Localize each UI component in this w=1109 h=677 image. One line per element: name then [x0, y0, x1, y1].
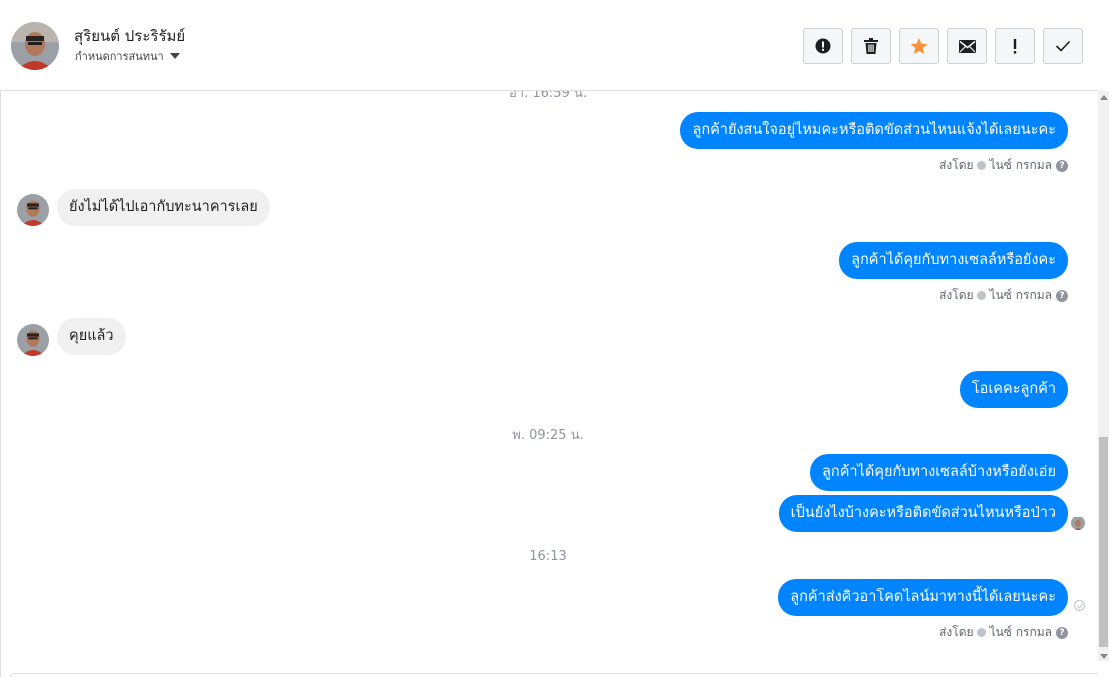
- contact-avatar-small[interactable]: [17, 324, 49, 356]
- message-outgoing[interactable]: เป็นยังไงบ้างคะหรือติดขัดส่วนไหนหรือป่าว: [778, 495, 1068, 532]
- sent-by-label: ส่งโดย: [939, 625, 974, 639]
- timestamp-divider: 16:13: [529, 549, 567, 564]
- conversation-pane: สุริยนต์ ประริรัมย์ กำหนดการสนทนา อา. 16…: [0, 0, 1109, 677]
- sent-by-label: ส่งโดย: [939, 158, 974, 172]
- follow-up-button[interactable]: [995, 28, 1035, 64]
- conversation-toolbar: [803, 28, 1091, 64]
- timestamp-divider: อา. 16:59 น.: [509, 91, 587, 101]
- exclamation-icon: [1013, 38, 1017, 54]
- star-button[interactable]: [899, 28, 939, 64]
- caret-down-icon: [169, 53, 180, 59]
- message-composer[interactable]: [10, 673, 1098, 677]
- verified-badge-icon: [976, 291, 986, 300]
- timestamp-divider: พ. 09:25 น.: [512, 428, 584, 443]
- assign-label: กำหนดการสนทนา: [75, 50, 164, 63]
- mark-unread-button[interactable]: [947, 28, 987, 64]
- alert-circle-icon: [815, 38, 831, 54]
- sender-name: ไนซ์ กรกมล: [989, 625, 1052, 639]
- delete-button[interactable]: [851, 28, 891, 64]
- sent-by-info: ส่งโดย ไนซ์ กรกมล ?: [939, 286, 1068, 305]
- assign-conversation-dropdown[interactable]: กำหนดการสนทนา: [75, 47, 180, 65]
- sender-name: ไนซ์ กรกมล: [989, 288, 1052, 302]
- help-icon[interactable]: ?: [1056, 626, 1068, 639]
- sent-by-info: ส่งโดย ไนซ์ กรกมล ?: [939, 156, 1068, 175]
- scroll-thumb[interactable]: [1099, 437, 1108, 647]
- message-outgoing[interactable]: ลูกค้ายังสนใจอยู่ไหมคะหรือติดขัดส่วนไหนแ…: [680, 112, 1068, 149]
- verified-badge-icon: [976, 628, 986, 637]
- message-outgoing[interactable]: ลูกค้าได้คุยกับทางเซลล์บ้างหรือยังเอ่ย: [810, 454, 1068, 491]
- help-icon[interactable]: ?: [1056, 289, 1068, 302]
- scrollbar[interactable]: [1098, 91, 1109, 661]
- contact-avatar[interactable]: [11, 22, 59, 70]
- sender-name: ไนซ์ กรกมล: [989, 158, 1052, 172]
- mark-done-button[interactable]: [1043, 28, 1083, 64]
- message-outgoing[interactable]: ลูกค้าส่งคิวอาโคดไลน์มาทางนี้ได้เลยนะคะ: [778, 579, 1068, 616]
- message-outgoing[interactable]: ลูกค้าได้คุยกับทางเซลล์หรือยังคะ: [839, 242, 1068, 279]
- scroll-up-arrow-icon[interactable]: [1100, 95, 1108, 100]
- message-outgoing[interactable]: โอเคคะลูกค้า: [959, 371, 1068, 408]
- sent-by-label: ส่งโดย: [939, 288, 974, 302]
- trash-icon: [864, 38, 878, 54]
- contact-name[interactable]: สุริยนต์ ประริรัมย์: [74, 24, 185, 48]
- envelope-icon: [958, 39, 976, 53]
- help-icon[interactable]: ?: [1056, 159, 1068, 172]
- seen-avatar-icon: [1071, 516, 1085, 530]
- sent-by-info: ส่งโดย ไนซ์ กรกมล ?: [939, 623, 1068, 642]
- contact-avatar-small[interactable]: [17, 194, 49, 226]
- verified-badge-icon: [976, 161, 986, 170]
- message-incoming[interactable]: คุยแล้ว: [57, 318, 126, 355]
- conversation-header: สุริยนต์ ประริรัมย์ กำหนดการสนทนา: [0, 0, 1098, 91]
- sent-status-icon: [1074, 600, 1085, 611]
- star-icon: [910, 37, 928, 54]
- message-incoming[interactable]: ยังไม่ได้ไปเอากับทะนาคารเลย: [57, 189, 270, 226]
- mark-spam-button[interactable]: [803, 28, 843, 64]
- scroll-down-arrow-icon[interactable]: [1100, 654, 1108, 659]
- message-thread: อา. 16:59 น. ลูกค้ายังสนใจอยู่ไหมคะหรือต…: [0, 91, 1098, 673]
- checkmark-icon: [1055, 40, 1071, 52]
